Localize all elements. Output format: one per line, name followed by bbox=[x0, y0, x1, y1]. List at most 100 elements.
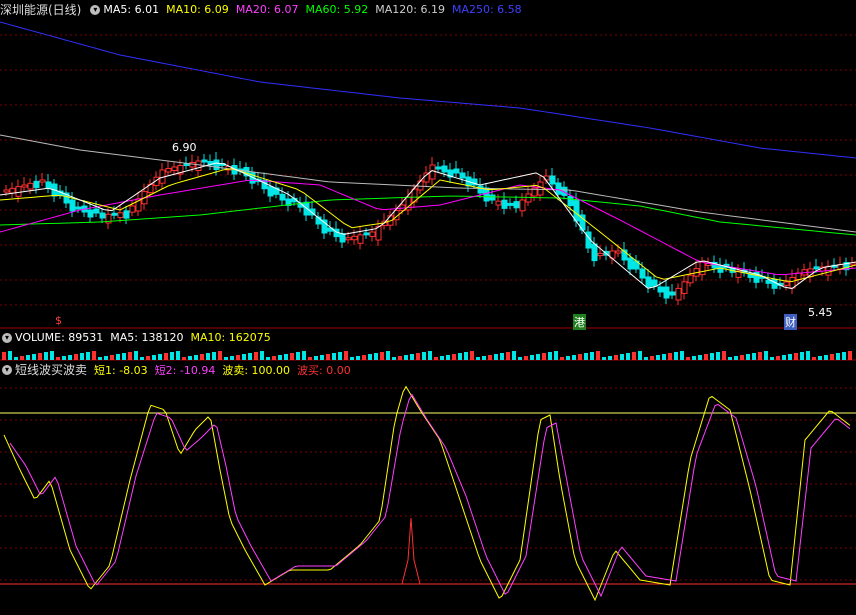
short2-value: 短2: -10.94 bbox=[154, 363, 216, 377]
volume-bar bbox=[848, 351, 852, 360]
volume-bar bbox=[524, 356, 528, 360]
volume-bar bbox=[452, 354, 456, 360]
volume-bar bbox=[470, 351, 474, 360]
ma250-line bbox=[0, 21, 856, 159]
ma5-value: MA5: 6.01 bbox=[103, 3, 160, 16]
volume-bar bbox=[242, 354, 246, 360]
candlestick bbox=[615, 250, 622, 254]
chevron-down-icon[interactable]: ▾ bbox=[2, 332, 12, 343]
candlestick bbox=[117, 212, 124, 219]
volume-bar bbox=[512, 351, 516, 360]
volume-bar bbox=[122, 353, 126, 360]
volume-bar bbox=[608, 356, 612, 360]
volume-bar bbox=[284, 354, 288, 360]
volume-bar bbox=[590, 352, 594, 360]
volume-bar bbox=[362, 355, 366, 360]
chevron-down-icon[interactable]: ▾ bbox=[2, 364, 12, 375]
volume-bar bbox=[188, 356, 192, 360]
volume-bar bbox=[614, 355, 618, 360]
volume-bar bbox=[704, 354, 708, 360]
candlestick bbox=[699, 261, 706, 276]
volume-bar bbox=[644, 357, 648, 360]
candlestick bbox=[783, 281, 790, 286]
candlestick bbox=[675, 287, 682, 301]
ma120-value: MA120: 6.19 bbox=[375, 3, 445, 16]
volume-bar bbox=[692, 356, 696, 360]
volume-bar bbox=[320, 355, 324, 360]
marker-cai[interactable]: 财 bbox=[784, 314, 797, 330]
marker-gang[interactable]: 港 bbox=[573, 314, 586, 330]
candlestick bbox=[111, 212, 118, 216]
volume-bar bbox=[104, 356, 108, 360]
candlestick bbox=[453, 168, 460, 174]
volume-bar bbox=[536, 354, 540, 360]
volume-bar bbox=[206, 353, 210, 360]
candlestick bbox=[357, 234, 364, 244]
chevron-down-icon[interactable]: ▾ bbox=[90, 4, 101, 15]
candlestick bbox=[213, 159, 220, 170]
candlestick bbox=[681, 281, 688, 294]
volume-bar bbox=[758, 352, 762, 360]
volume-bar bbox=[410, 354, 414, 360]
volume-bar bbox=[236, 355, 240, 360]
volume-bar bbox=[668, 353, 672, 360]
chart-title: 深圳能源(日线) bbox=[0, 3, 82, 17]
candlestick bbox=[525, 193, 532, 203]
volume-bar bbox=[638, 351, 642, 360]
volume-bar bbox=[56, 357, 60, 360]
candlestick bbox=[669, 291, 676, 296]
volume-bar bbox=[494, 354, 498, 360]
candlestick bbox=[195, 160, 202, 171]
volume-bar bbox=[218, 351, 222, 360]
candlestick bbox=[459, 172, 466, 179]
volume-bar bbox=[818, 356, 822, 360]
volume-bar bbox=[170, 352, 174, 360]
volume-bar bbox=[404, 355, 408, 360]
volume-bar bbox=[734, 356, 738, 360]
candlestick bbox=[441, 165, 448, 173]
candlestick bbox=[129, 205, 136, 213]
candlestick bbox=[123, 210, 130, 219]
candlestick bbox=[267, 186, 274, 197]
volume-bar bbox=[50, 351, 54, 360]
volume-bar bbox=[656, 355, 660, 360]
volume-bar bbox=[842, 352, 846, 360]
volume-bar bbox=[500, 353, 504, 360]
volume-bar bbox=[14, 357, 18, 360]
volume-bar bbox=[746, 354, 750, 360]
volume-bar bbox=[458, 353, 462, 360]
volume-bar bbox=[806, 351, 810, 360]
volume-bar bbox=[680, 351, 684, 360]
volume-bar bbox=[230, 356, 234, 360]
volume-bar bbox=[116, 354, 120, 360]
volume-bar bbox=[560, 357, 564, 360]
volume-bar bbox=[794, 353, 798, 360]
volume-bar bbox=[812, 357, 816, 360]
high-price-label: 6.90 bbox=[172, 141, 197, 154]
volume-bar bbox=[110, 355, 114, 360]
volume-bar bbox=[674, 352, 678, 360]
candlestick bbox=[717, 265, 724, 273]
volume-bar bbox=[752, 353, 756, 360]
candlestick bbox=[369, 231, 376, 237]
volume-bar bbox=[722, 351, 726, 360]
volume-bar bbox=[278, 355, 282, 360]
stock-chart[interactable] bbox=[0, 0, 856, 615]
volume-bar bbox=[68, 355, 72, 360]
candlestick bbox=[627, 257, 634, 270]
marker-s[interactable]: $ bbox=[55, 314, 62, 327]
volume-bar bbox=[98, 357, 102, 360]
volume-bar bbox=[248, 353, 252, 360]
volume-bar bbox=[716, 352, 720, 360]
volume-bar bbox=[374, 353, 378, 360]
candlestick bbox=[645, 276, 652, 288]
volume-bar bbox=[38, 353, 42, 360]
candlestick bbox=[21, 184, 28, 188]
volume-ma10-value: MA10: 162075 bbox=[190, 331, 271, 344]
candlestick bbox=[573, 200, 580, 222]
volume-bar bbox=[314, 356, 318, 360]
volume-bar bbox=[542, 353, 546, 360]
volume-bar bbox=[200, 354, 204, 360]
volume-bar bbox=[74, 354, 78, 360]
volume-bar bbox=[272, 356, 276, 360]
